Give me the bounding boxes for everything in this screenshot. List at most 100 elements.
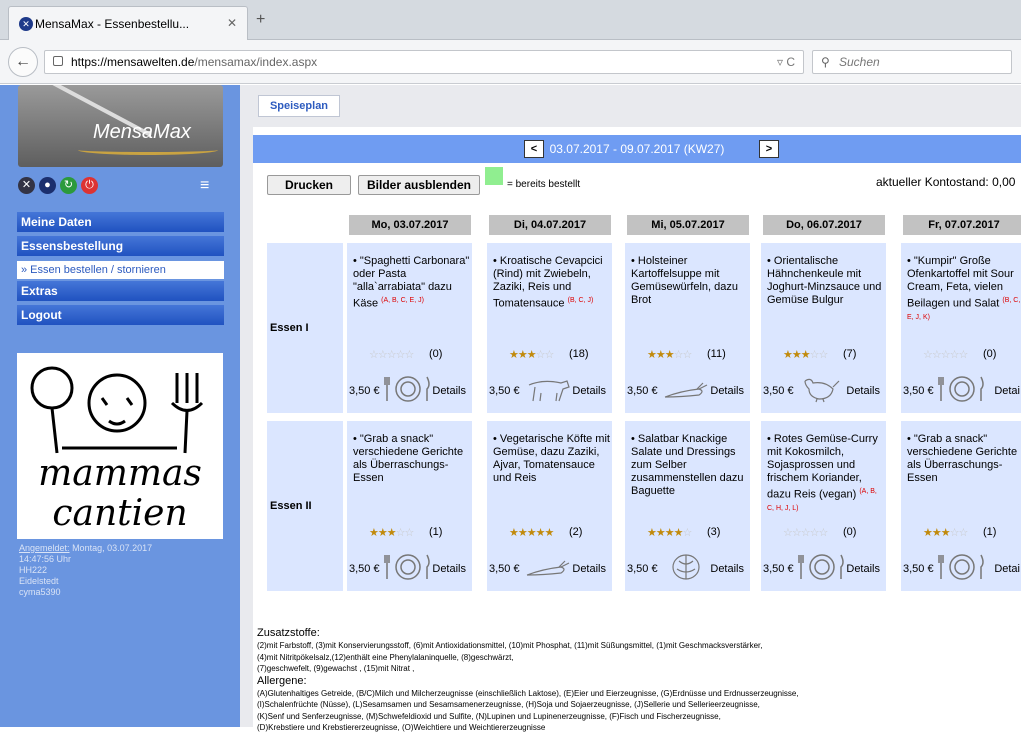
rating-stars[interactable]: ☆☆☆☆☆ <box>783 526 828 539</box>
meal-card[interactable]: • Rotes Gemüse-Curry mit Kokosmilch, Soj… <box>761 421 886 591</box>
submenu-essen-bestellen[interactable]: » Essen bestellen / stornieren <box>17 261 224 279</box>
meal-card[interactable]: • Kroatische Cevapcici (Rind) mit Zwiebe… <box>487 243 612 413</box>
rating-count: (18) <box>569 348 589 360</box>
details-link[interactable]: Details <box>572 563 606 575</box>
power-icon[interactable]: ⏻ <box>81 177 98 194</box>
meal-card[interactable]: • "Grab a snack" verschiedene Gerichte a… <box>901 421 1021 591</box>
meal-description: • Orientalische Hähnchenkeule mit Joghur… <box>767 255 882 306</box>
plate-icon <box>383 553 433 581</box>
search-icon: ⚲ <box>821 55 830 69</box>
rating-stars[interactable]: ★★★☆☆ <box>783 348 828 361</box>
browser-tab[interactable]: ✕ MensaMax - Essenbestellu... ✕ <box>8 6 248 40</box>
day-header: Mi, 05.07.2017 <box>627 215 749 235</box>
plate-icon <box>383 375 433 403</box>
meal-card[interactable]: • Holsteiner Kartoffelsuppe mit Gemüsewü… <box>625 243 750 413</box>
menu-extras[interactable]: Extras <box>17 281 224 301</box>
meal-description: • Salatbar Knackige Salate und Dressings… <box>631 433 744 497</box>
search-input[interactable]: ⚲ Suchen <box>812 50 1012 74</box>
chicken-icon <box>797 375 847 403</box>
mensamax-icon[interactable]: ✕ <box>18 177 35 194</box>
meal-card[interactable]: • Salatbar Knackige Salate und Dressings… <box>625 421 750 591</box>
additive-line: (2)mit Farbstoff, (3)mit Konservierungss… <box>257 641 763 650</box>
mammas-cantien-logo: mammas cantien <box>17 353 223 539</box>
menu-essensbestellung[interactable]: Essensbestellung <box>17 236 224 256</box>
rating-stars[interactable]: ☆☆☆☆☆ <box>369 348 414 361</box>
rating-count: (0) <box>429 348 443 360</box>
mensamax-favicon-icon: ✕ <box>19 17 33 31</box>
print-button[interactable]: Drucken <box>267 175 351 195</box>
allergen-codes: (B, C, E, J, K) <box>907 297 1021 321</box>
next-week-button[interactable]: > <box>759 140 779 158</box>
details-link[interactable]: Details <box>572 385 606 397</box>
meal-price: 3,50 € <box>489 563 520 575</box>
details-link[interactable]: Detai <box>994 385 1020 397</box>
ordered-legend-text: = bereits bestellt <box>507 179 581 190</box>
rating-stars[interactable]: ★★★☆☆ <box>509 348 554 361</box>
rating-stars[interactable]: ★★★☆☆ <box>923 526 968 539</box>
row-label: Essen II <box>267 421 343 591</box>
rating-stars[interactable]: ☆☆☆☆☆ <box>923 348 968 361</box>
address-bar[interactable]: https://mensawelten.de/mensamax/index.as… <box>44 50 804 74</box>
details-link[interactable]: Details <box>710 385 744 397</box>
kids-logo-line2: cantien <box>52 493 187 534</box>
rating-count: (3) <box>707 526 721 538</box>
menu-logout[interactable]: Logout <box>17 305 224 325</box>
rating-stars[interactable]: ★★★★★ <box>509 526 554 539</box>
prev-week-button[interactable]: < <box>524 140 544 158</box>
refresh-icon[interactable]: ↻ <box>60 177 77 194</box>
rating-count: (7) <box>843 348 857 360</box>
allergen-codes: (B, C, J) <box>567 297 594 304</box>
details-link[interactable]: Details <box>432 385 466 397</box>
login-label[interactable]: Angemeldet: <box>19 543 70 553</box>
details-link[interactable]: Details <box>846 563 880 575</box>
details-link[interactable]: Details <box>710 563 744 575</box>
meal-price: 3,50 € <box>349 563 380 575</box>
new-tab-icon[interactable]: + <box>256 11 265 29</box>
rating-count: (0) <box>983 348 997 360</box>
meal-card[interactable]: • Orientalische Hähnchenkeule mit Joghur… <box>761 243 886 413</box>
login-info: Angemeldet: Montag, 03.07.2017 14:47:56 … <box>19 543 152 598</box>
reload-icon[interactable]: ▿ C <box>777 51 795 73</box>
additive-line: (7)geschwefelt, (9)gewachst , (15)mit Ni… <box>257 664 415 673</box>
meal-description: • Holsteiner Kartoffelsuppe mit Gemüsewü… <box>631 255 738 306</box>
details-link[interactable]: Details <box>432 563 466 575</box>
allergen-line: (A)Glutenhaltiges Getreide, (B/C)Milch u… <box>257 688 799 698</box>
rating-stars[interactable]: ★★★☆☆ <box>369 526 414 539</box>
meal-description: • Vegetarische Köfte mit Gemüse, dazu Za… <box>493 433 610 484</box>
tab-speiseplan[interactable]: Speiseplan <box>258 95 340 117</box>
plate-icon <box>937 553 987 581</box>
rating-count: (2) <box>569 526 583 538</box>
rating-count: (1) <box>429 526 443 538</box>
login-time: 14:47:56 Uhr <box>19 554 72 564</box>
week-bar: < 03.07.2017 - 09.07.2017 (KW27) > <box>253 135 1021 163</box>
rating-stars[interactable]: ★★★☆☆ <box>647 348 692 361</box>
ordered-legend-swatch <box>485 167 503 185</box>
user-icon[interactable]: ● <box>39 177 56 194</box>
meal-card[interactable]: • "Grab a snack" verschiedene Gerichte a… <box>347 421 472 591</box>
allergen-line: (I)Schalenfrüchte (Nüsse), (L)Sesamsamen… <box>257 700 760 709</box>
meal-card[interactable]: • "Spaghetti Carbonara" oder Pasta "alla… <box>347 243 472 413</box>
login-user: cyma5390 <box>19 587 61 597</box>
details-link[interactable]: Detai <box>994 563 1020 575</box>
day-header: Di, 04.07.2017 <box>489 215 611 235</box>
allergen-line: (K)Senf und Senferzeugnisse, (M)Schwefel… <box>257 711 721 721</box>
rating-count: (0) <box>843 526 857 538</box>
rating-stars[interactable]: ★★★★☆ <box>647 526 692 539</box>
meal-description: • "Grab a snack" verschiedene Gerichte a… <box>353 433 464 484</box>
tab-bar: ✕ MensaMax - Essenbestellu... ✕ + <box>0 0 1021 40</box>
hide-images-button[interactable]: Bilder ausblenden <box>358 175 480 195</box>
menu-meine-daten[interactable]: Meine Daten <box>17 212 224 232</box>
url-path: /mensamax/index.aspx <box>194 55 318 69</box>
menu-toggle-icon[interactable]: ≡ <box>200 177 209 195</box>
meal-card[interactable]: • "Kumpir" Große Ofenkartoffel mit Sour … <box>901 243 1021 413</box>
account-balance: aktueller Kontostand: 0,00 <box>876 175 1016 189</box>
rating-count: (11) <box>707 348 726 360</box>
close-tab-icon[interactable]: ✕ <box>227 16 237 30</box>
back-button[interactable]: ← <box>8 47 38 77</box>
meal-description: • "Grab a snack" verschiedene Gerichte a… <box>907 433 1018 484</box>
allergen-line: (D)Krebstiere und Krebstiererzeugnisse, … <box>257 723 546 732</box>
meal-card[interactable]: • Vegetarische Köfte mit Gemüse, dazu Za… <box>487 421 612 591</box>
details-link[interactable]: Details <box>846 385 880 397</box>
day-header: Fr, 07.07.2017 <box>903 215 1021 235</box>
quick-icons: ✕ ● ↻ ⏻ <box>18 177 98 194</box>
